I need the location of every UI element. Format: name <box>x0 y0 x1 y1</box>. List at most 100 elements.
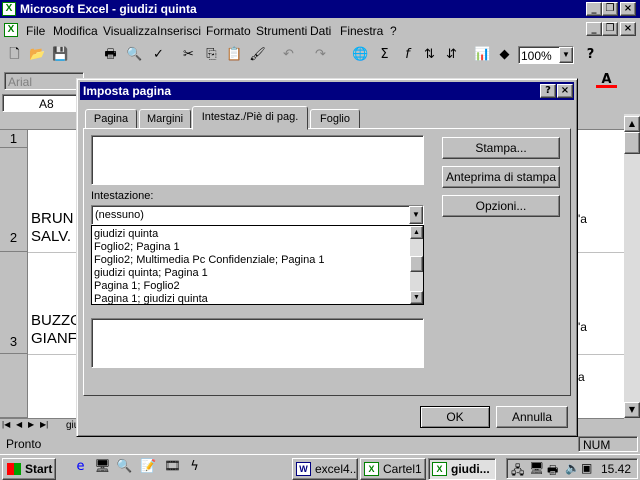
ok-button[interactable]: OK <box>420 406 490 428</box>
list-scrollbar[interactable]: ▲ ▼ <box>410 226 423 304</box>
list-item[interactable]: Pagina 1; giudizi quinta <box>94 293 208 305</box>
list-item[interactable]: Pagina 1; Foglio2 <box>94 280 180 292</box>
lightning-icon[interactable]: ϟ <box>184 457 205 477</box>
row-header-3[interactable]: 3 <box>0 252 28 354</box>
list-scroll-up-icon[interactable]: ▲ <box>410 226 423 239</box>
font-color-icon[interactable]: A <box>596 70 617 88</box>
restore-button[interactable]: ❐ <box>602 2 618 16</box>
task-excel4[interactable]: Wexcel4... <box>292 458 358 480</box>
tab-pagina[interactable]: Pagina <box>85 109 137 129</box>
autosum-icon[interactable]: Σ <box>374 45 395 65</box>
list-item[interactable]: giudizi quinta <box>94 228 158 240</box>
preview-icon[interactable]: 🔍 <box>124 45 145 65</box>
menu-strumenti[interactable]: Strumenti <box>256 24 307 38</box>
undo-icon[interactable]: ↶ <box>278 45 299 65</box>
list-item[interactable]: giudizi quinta; Pagina 1 <box>94 267 208 279</box>
font-box[interactable]: Arial <box>4 72 84 90</box>
list-scroll-down-icon[interactable]: ▼ <box>410 291 423 304</box>
function-icon[interactable]: f <box>397 45 418 65</box>
sort-asc-icon[interactable]: ⇅ <box>419 45 440 65</box>
cell-a2-line2[interactable]: SALV. <box>31 228 71 245</box>
scroll-up-icon[interactable]: ▲ <box>624 116 640 132</box>
list-scroll-thumb[interactable] <box>410 256 423 272</box>
tray-app-icon[interactable]: ▣ <box>581 461 592 475</box>
doc-minimize-button[interactable]: _ <box>586 22 602 36</box>
task-cartel1[interactable]: X Cartel1 <box>360 458 426 480</box>
row-header-1[interactable]: 1 <box>0 130 28 148</box>
dialog-help-button[interactable]: ? <box>540 84 556 98</box>
tray-monitor-icon[interactable]: 🖥 <box>529 461 544 475</box>
cell-right-2[interactable]: 'a <box>578 212 587 226</box>
notes-icon[interactable]: 📝 <box>138 457 159 477</box>
cell-a3-line1[interactable]: BUZZO <box>31 312 82 329</box>
tab-foglio[interactable]: Foglio <box>310 109 360 129</box>
dialog-close-button[interactable]: × <box>557 84 573 98</box>
status-text: Pronto <box>6 437 42 451</box>
sheet-last-icon[interactable]: ▶| <box>40 420 48 429</box>
list-item[interactable]: Foglio2; Pagina 1 <box>94 241 180 253</box>
help-button[interactable]: ? <box>580 45 601 65</box>
open-icon[interactable]: 📂 <box>27 45 48 65</box>
menu-inserisci[interactable]: Inserisci <box>157 24 201 38</box>
print-button[interactable]: Stampa... <box>442 137 560 159</box>
task-giudizi[interactable]: Xgiudi... <box>428 458 496 480</box>
drawing-icon[interactable]: ◆ <box>494 45 515 65</box>
tray-volume-icon[interactable]: 🔈 <box>565 461 580 475</box>
ie-icon[interactable]: e <box>70 457 91 477</box>
zoom-box[interactable]: 100% ▼ <box>518 46 574 64</box>
list-item[interactable]: Foglio2; Multimedia Pc Confidenziale; Pa… <box>94 254 325 266</box>
header-dropdown-icon[interactable]: ▼ <box>409 206 423 224</box>
web-icon[interactable]: 🌐 <box>350 45 371 65</box>
options-button[interactable]: Opzioni... <box>442 195 560 217</box>
copy-icon[interactable]: ⎘ <box>201 45 222 65</box>
print-icon[interactable]: 🖶 <box>100 45 121 65</box>
menu-modifica[interactable]: Modifica <box>53 24 98 38</box>
cell-a2-line1[interactable]: BRUN <box>31 210 74 227</box>
header-select[interactable]: (nessuno) ▼ <box>91 205 424 225</box>
sheet-prev-icon[interactable]: ◀ <box>16 420 22 429</box>
row-header-4[interactable] <box>0 354 28 418</box>
cell-right-4[interactable]: a <box>578 370 585 384</box>
taskbar: Start e 🖥 🔍 📝 🎞 ϟ Wexcel4... X Cartel1 Xg… <box>0 454 640 480</box>
menu-dati[interactable]: Dati <box>310 24 331 38</box>
tab-intestazione[interactable]: Intestaz./Piè di pag. <box>192 106 308 130</box>
doc-restore-button[interactable]: ❐ <box>602 22 618 36</box>
redo-icon[interactable]: ↷ <box>310 45 331 65</box>
tab-margini[interactable]: Margini <box>139 109 191 129</box>
new-icon[interactable]: 🗋 <box>4 45 25 65</box>
tray-network-icon[interactable]: 🖧 <box>511 461 524 480</box>
row-header-2[interactable]: 2 <box>0 148 28 252</box>
sheet-first-icon[interactable]: |◀ <box>2 420 10 429</box>
cell-a3-line2[interactable]: GIANF <box>31 330 77 347</box>
tray-printer-icon[interactable]: 🖶 <box>547 461 558 480</box>
format-painter-icon[interactable]: 🖌 <box>247 45 268 65</box>
close-button[interactable]: × <box>620 2 636 16</box>
vertical-scrollbar[interactable]: ▲ ▼ <box>624 114 640 418</box>
menu-visualizza[interactable]: Visualizza <box>103 24 157 38</box>
start-button[interactable]: Start <box>2 458 56 480</box>
explorer-icon[interactable]: 🔍 <box>114 457 135 477</box>
scroll-down-icon[interactable]: ▼ <box>624 402 640 418</box>
sheet-next-icon[interactable]: ▶ <box>28 420 34 429</box>
cut-icon[interactable]: ✂ <box>178 45 199 65</box>
scroll-thumb[interactable] <box>624 132 640 154</box>
media-icon[interactable]: 🎞 <box>162 457 183 477</box>
menu-finestra[interactable]: Finestra <box>340 24 383 38</box>
menu-file[interactable]: File <box>26 24 45 38</box>
save-icon[interactable]: 💾 <box>50 45 71 65</box>
menu-formato[interactable]: Formato <box>206 24 251 38</box>
spelling-icon[interactable]: ✓ <box>148 45 169 65</box>
zoom-dropdown-icon[interactable]: ▼ <box>559 47 573 63</box>
footer-preview <box>91 318 424 368</box>
desktop-icon[interactable]: 🖥 <box>92 457 113 477</box>
header-options-list[interactable]: giudizi quinta Foglio2; Pagina 1 Foglio2… <box>91 225 424 305</box>
doc-close-button[interactable]: × <box>620 22 636 36</box>
menu-help[interactable]: ? <box>390 24 397 38</box>
minimize-button[interactable]: _ <box>586 2 602 16</box>
print-preview-button[interactable]: Anteprima di stampa <box>442 166 560 188</box>
cell-right-3[interactable]: 'a <box>578 320 587 334</box>
cancel-button[interactable]: Annulla <box>496 406 568 428</box>
paste-icon[interactable]: 📋 <box>224 45 245 65</box>
chart-wizard-icon[interactable]: 📊 <box>472 45 493 65</box>
sort-desc-icon[interactable]: ⇵ <box>441 45 462 65</box>
